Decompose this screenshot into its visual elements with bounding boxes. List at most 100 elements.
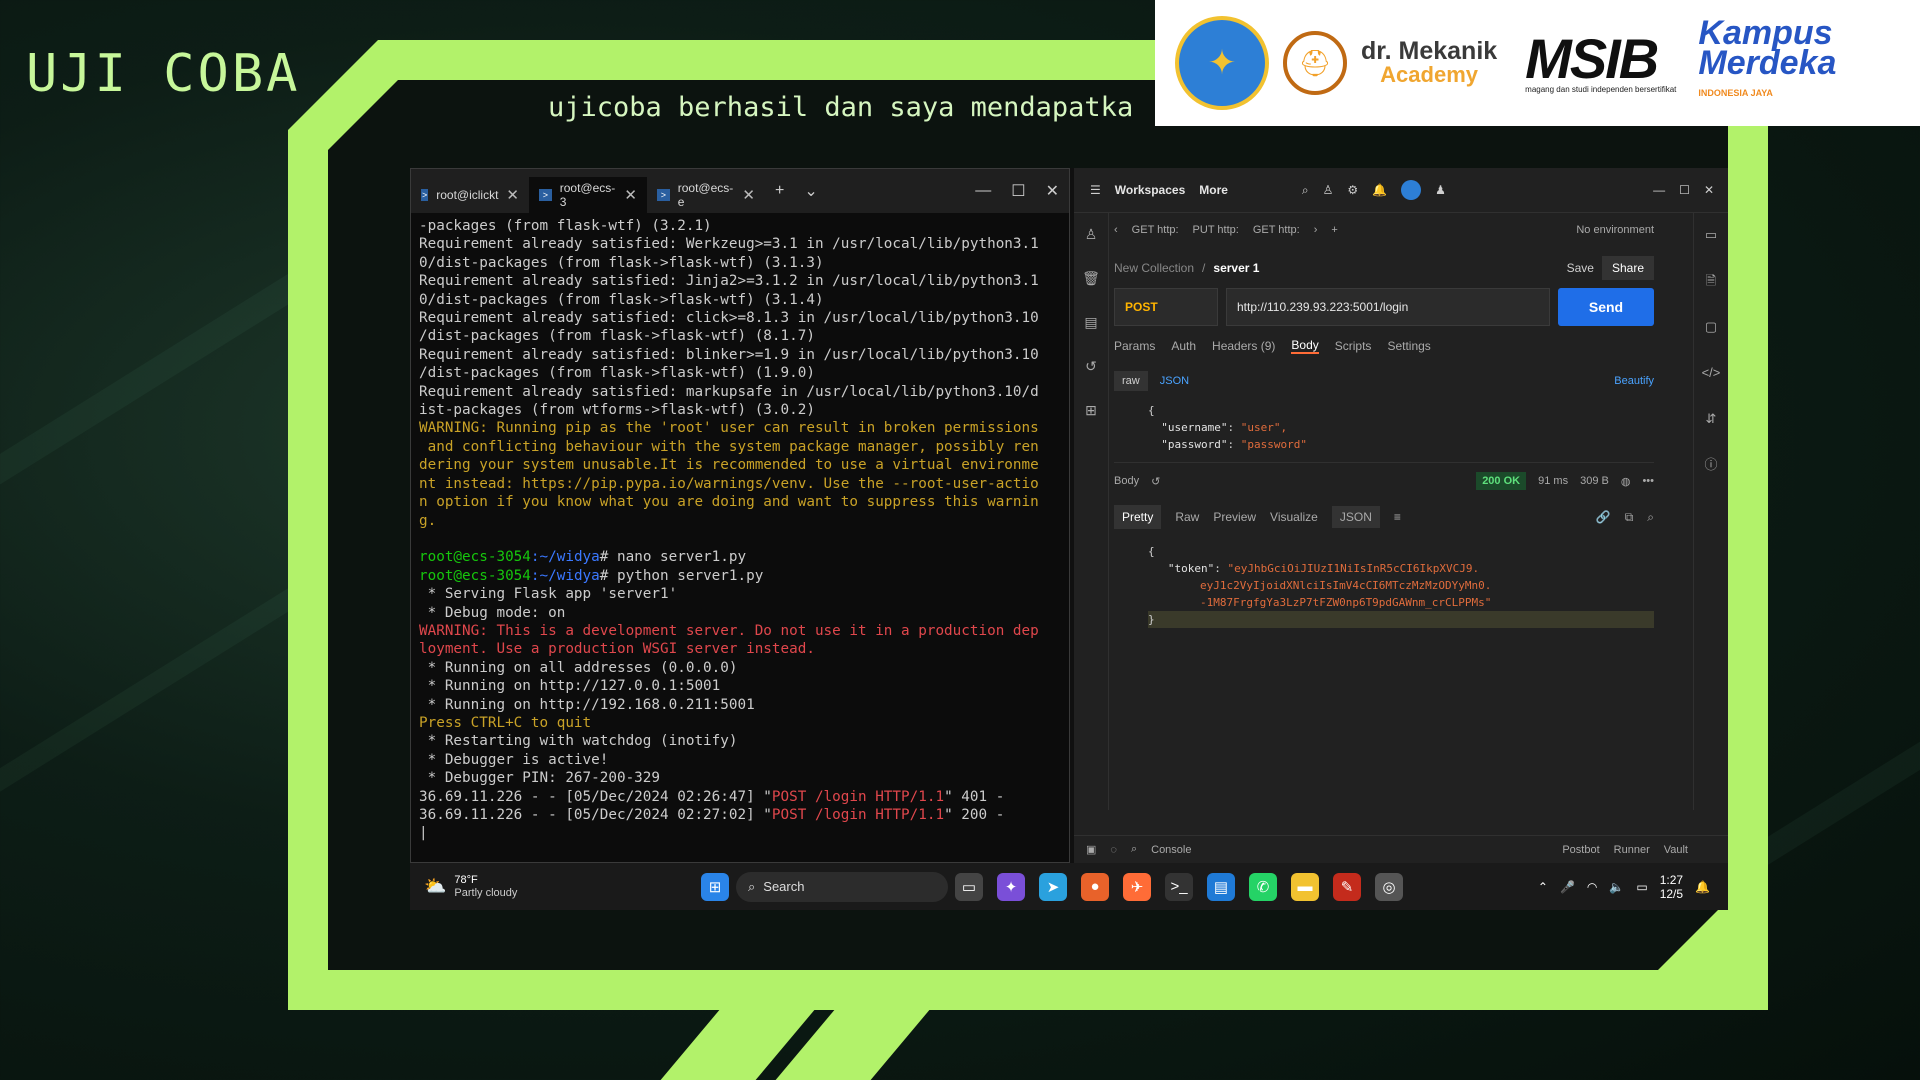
more-options-icon[interactable]: ••• [1642,475,1654,487]
tab-raw[interactable]: Raw [1175,510,1199,524]
firefox-icon[interactable]: ● [1081,872,1109,901]
user-icon[interactable]: ♟ [1435,183,1446,197]
history-icon[interactable]: ↺ [1151,475,1160,488]
terminal-tab[interactable]: > root@iclickt ✕ [411,177,529,213]
runner-button[interactable]: Runner [1614,844,1650,856]
chevron-down-icon[interactable]: ⌄ [794,181,827,201]
link-icon[interactable]: 🔗 [1596,510,1611,524]
tab-params[interactable]: Params [1114,339,1155,353]
request-tab[interactable]: GET http: [1253,224,1300,236]
menu-icon[interactable]: ☰ [1090,183,1101,197]
document-icon[interactable]: 🗎 [1694,258,1728,304]
postman-icon[interactable]: ✈ [1123,872,1151,901]
new-tab-plus-icon[interactable]: + [1331,224,1337,236]
whatsapp-icon[interactable]: ✆ [1249,872,1277,901]
tab-scripts[interactable]: Scripts [1335,339,1372,353]
notification-bell-icon[interactable]: 🔔 [1695,880,1710,894]
status-icon[interactable]: ◌ [1110,844,1117,856]
gear-icon[interactable]: ⚙ [1347,183,1358,197]
microphone-icon[interactable]: 🎤 [1560,880,1575,894]
vault-button[interactable]: Vault [1664,844,1688,856]
url-input[interactable]: http://110.239.93.223:5001/login [1226,288,1550,326]
search-icon[interactable]: ⌕ [1131,843,1137,856]
minimize-icon[interactable]: — [965,182,1001,200]
info-icon[interactable]: ⓘ [1694,442,1728,488]
body-format-select[interactable]: JSON [1160,375,1189,387]
taskbar-search[interactable]: ⌕ Search [736,871,948,902]
sidebar-toggle-icon[interactable]: ▣ [1086,843,1096,856]
pen-app-icon[interactable]: ✎ [1333,872,1361,901]
file-explorer-icon[interactable]: ▬ [1291,872,1319,901]
send-button[interactable]: Send [1558,288,1654,326]
response-body-select[interactable]: Body [1114,475,1139,487]
tab-body[interactable]: Body [1291,338,1319,354]
telegram-icon[interactable]: ➤ [1039,872,1067,901]
request-tab[interactable]: GET http: [1132,224,1179,236]
share-button[interactable]: Share [1601,256,1654,280]
workspaces-menu[interactable]: Workspaces [1115,183,1185,197]
chevron-up-icon[interactable]: ⌃ [1538,880,1548,894]
close-window-icon[interactable]: ✕ [1036,181,1069,201]
forward-icon[interactable]: › [1314,224,1318,236]
copilot-icon[interactable]: ✦ [997,872,1025,901]
battery-icon[interactable]: ▭ [1636,880,1647,894]
code-icon[interactable]: </> [1694,350,1728,396]
task-view-icon[interactable]: ▭ [955,872,983,901]
related-icon[interactable]: ⇵ [1694,396,1728,442]
request-tab[interactable]: PUT http: [1193,224,1239,236]
docs-icon[interactable]: ▭ [1694,212,1728,258]
windows-start-icon[interactable]: ⊞ [701,872,729,901]
avatar[interactable] [1401,180,1422,200]
maximize-icon[interactable]: ☐ [1679,183,1690,197]
notepad-icon[interactable]: ▤ [1207,872,1235,901]
body-mode-select[interactable]: raw [1114,371,1148,391]
history-icon[interactable]: ↺ [1074,344,1108,388]
terminal-tab[interactable]: > root@ecs-e ✕ [647,177,765,213]
tab-pretty[interactable]: Pretty [1114,505,1162,529]
weather-widget[interactable]: ⛅ 78°F Partly cloudy [424,874,694,900]
response-body-viewer[interactable]: { "token": "eyJhbGciOiJIUzI1NiIsInR5cCI6… [1114,535,1654,628]
search-icon[interactable]: ⌕ [1302,183,1309,198]
response-format-select[interactable]: JSON [1331,506,1380,528]
comment-icon[interactable]: ▢ [1694,304,1728,350]
request-body-editor[interactable]: { "username": "user", "password": "passw… [1114,396,1654,462]
method-select[interactable]: POST [1114,288,1218,326]
trash-icon[interactable]: 🗑 [1074,256,1108,300]
terminal-tab[interactable]: > root@ecs-3 ✕ [529,177,647,213]
terminal-icon[interactable]: >_ [1165,872,1193,901]
environment-select[interactable]: No environment [1576,224,1654,236]
tab-visualize[interactable]: Visualize [1270,510,1318,524]
invite-icon[interactable]: ♙ [1323,183,1334,197]
postbot-button[interactable]: Postbot [1562,844,1599,856]
collections-icon[interactable]: ♙ [1074,212,1108,256]
minimize-icon[interactable]: — [1653,183,1665,197]
tab-settings[interactable]: Settings [1387,339,1430,353]
environments-icon[interactable]: ▤ [1074,300,1108,344]
tab-auth[interactable]: Auth [1171,339,1196,353]
copy-icon[interactable]: ⧉ [1625,510,1634,525]
chrome-icon[interactable]: ◎ [1375,872,1403,901]
new-tab-plus-icon[interactable]: + [765,182,794,200]
breadcrumb-collection[interactable]: New Collection [1114,261,1194,275]
beautify-button[interactable]: Beautify [1614,375,1654,387]
apps-icon[interactable]: ⊞ [1074,388,1108,432]
close-window-icon[interactable]: ✕ [1704,183,1714,197]
save-button[interactable]: Save [1567,261,1594,275]
close-icon[interactable]: ✕ [742,186,755,204]
tab-headers[interactable]: Headers (9) [1212,339,1275,353]
wifi-icon[interactable]: ◠ [1587,880,1597,894]
close-icon[interactable]: ✕ [624,186,637,204]
bell-icon[interactable]: 🔔 [1372,183,1387,197]
clock[interactable]: 1:27 12/5 [1660,873,1683,901]
back-icon[interactable]: ‹ [1114,224,1118,236]
more-menu[interactable]: More [1199,183,1228,197]
wrap-icon[interactable]: ≡ [1394,510,1401,524]
volume-icon[interactable]: 🔈 [1609,880,1624,894]
close-icon[interactable]: ✕ [506,186,519,204]
console-button[interactable]: Console [1151,844,1191,856]
terminal-output[interactable]: -packages (from flask-wtf) (3.2.1) Requir… [411,213,1069,847]
search-icon[interactable]: ⌕ [1647,510,1654,525]
globe-icon[interactable]: ◍ [1621,475,1631,488]
maximize-icon[interactable]: ☐ [1001,181,1035,201]
tab-preview[interactable]: Preview [1213,510,1256,524]
